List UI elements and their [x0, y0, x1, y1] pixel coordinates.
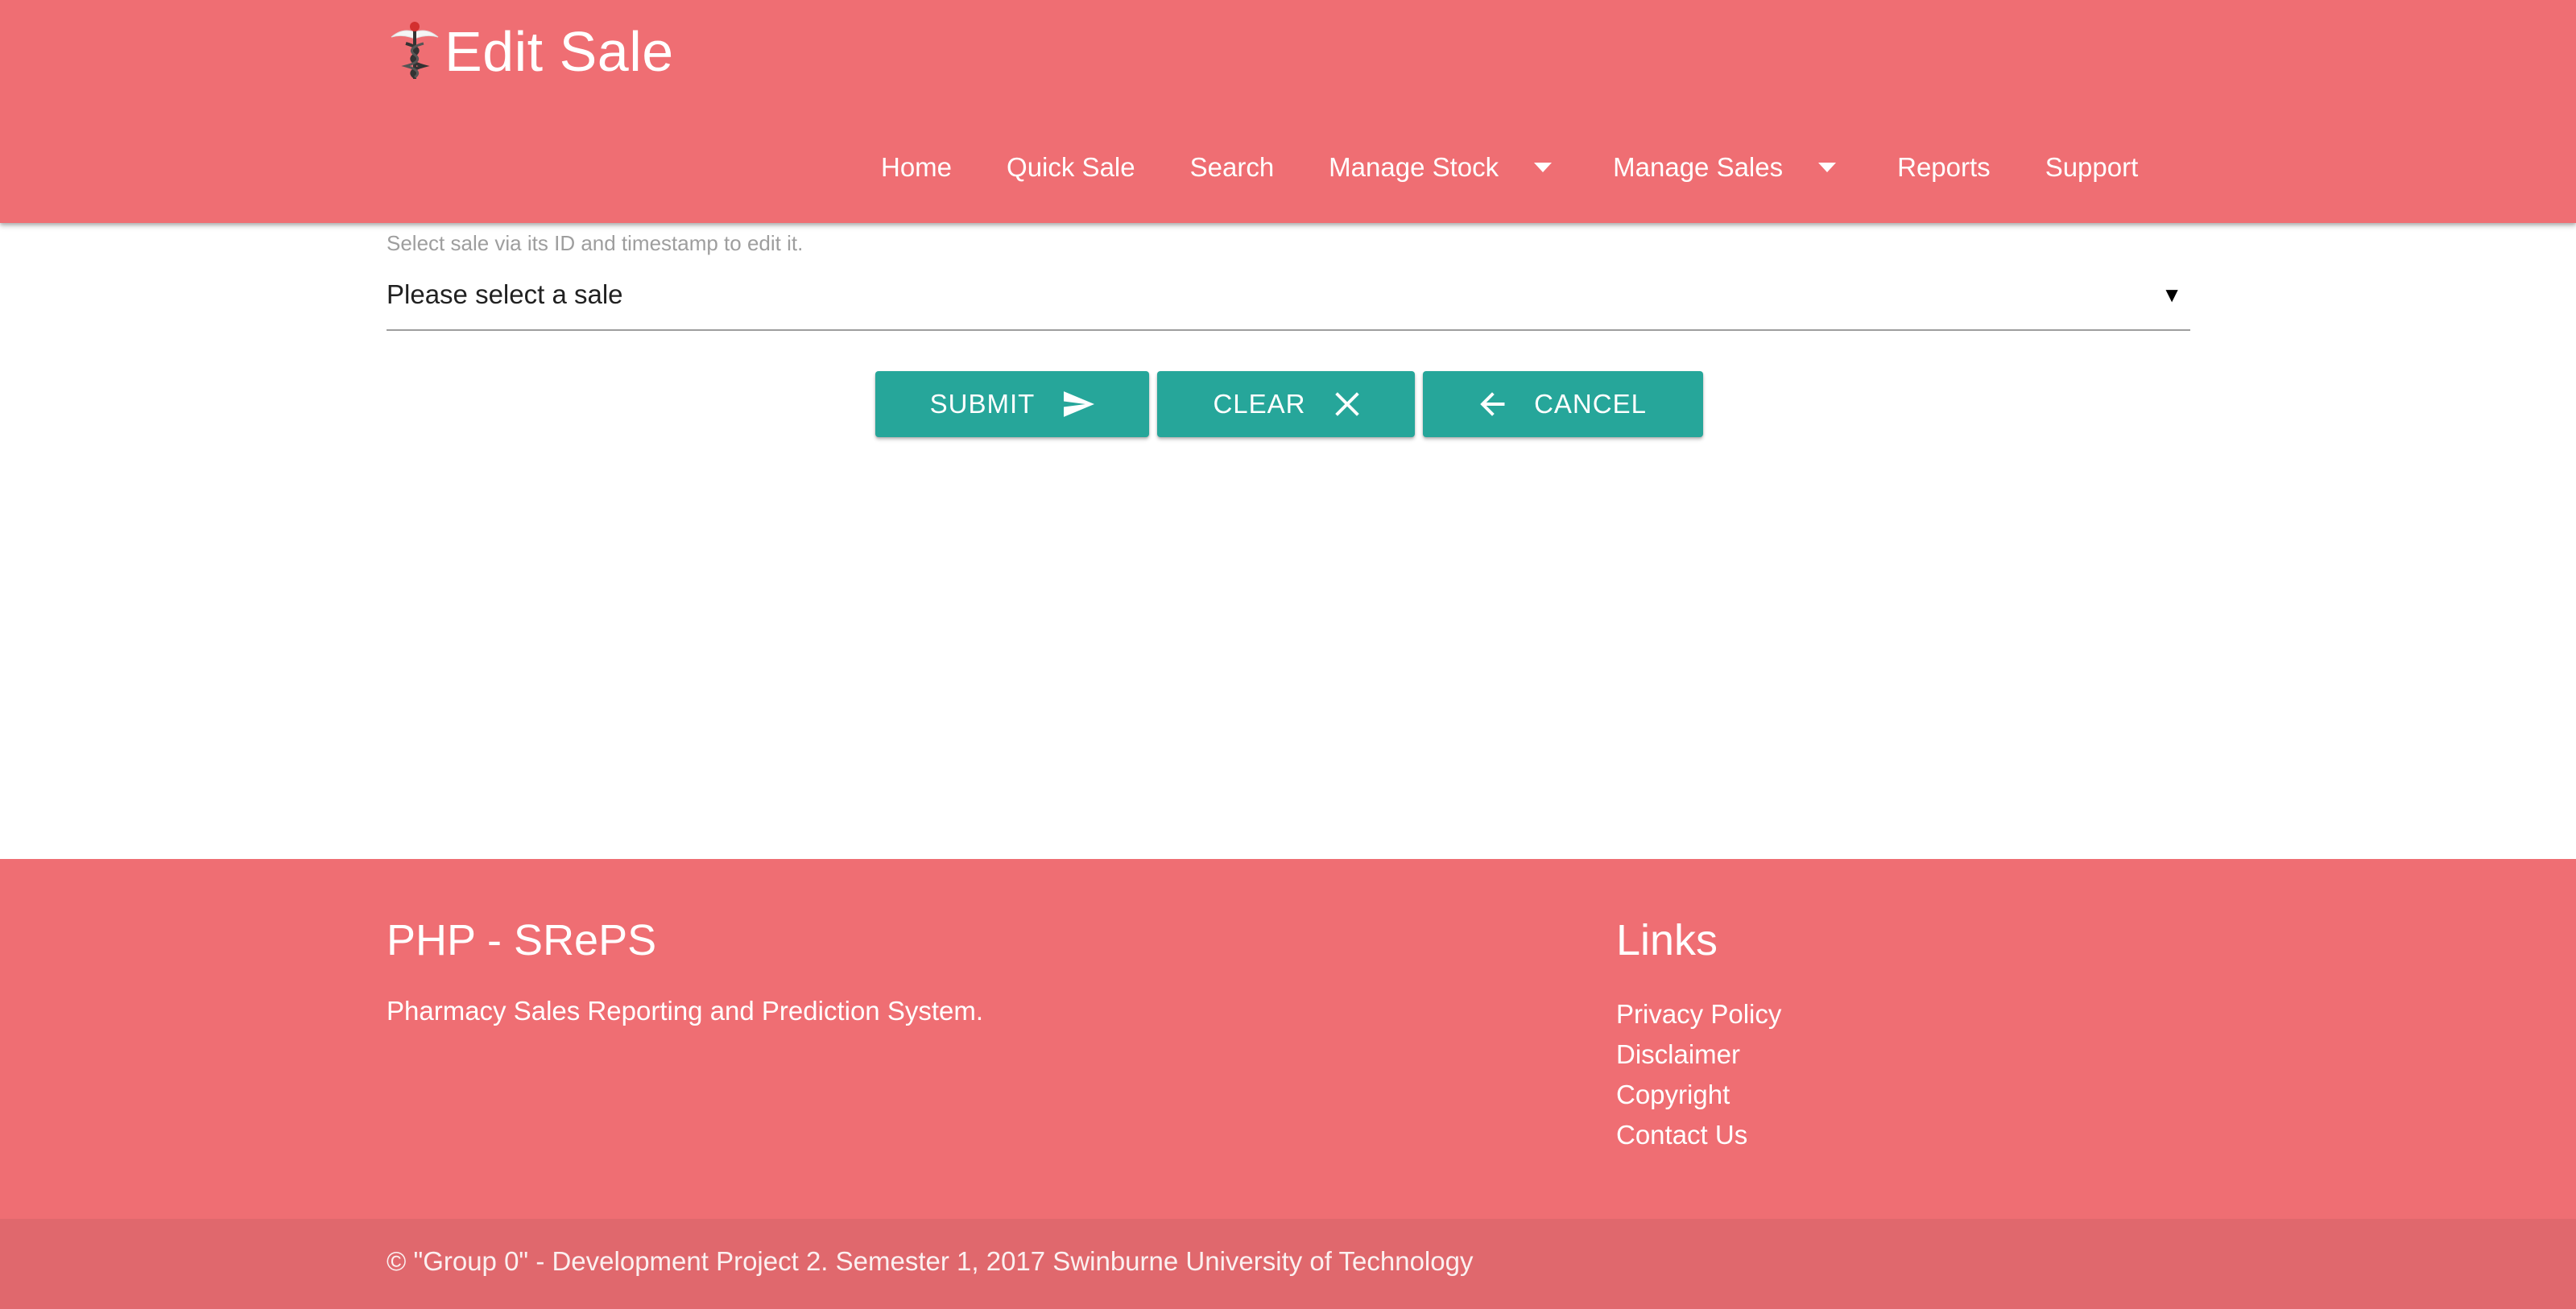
caret-down-icon	[1534, 163, 1553, 172]
footer-links: Privacy Policy Disclaimer Copyright Cont…	[1616, 994, 1781, 1155]
nav-item-search[interactable]: Search	[1163, 137, 1302, 198]
footer-title: PHP - SRePS	[387, 916, 657, 964]
nav-item-manage-stock[interactable]: Manage Stock	[1301, 137, 1586, 198]
footer-link-contact-us[interactable]: Contact Us	[1616, 1115, 1781, 1155]
nav-item-label: Reports	[1897, 152, 1991, 182]
footer-link-disclaimer[interactable]: Disclaimer	[1616, 1034, 1781, 1075]
nav-item-label: Support	[2045, 152, 2139, 182]
nav-item-manage-sales[interactable]: Manage Sales	[1586, 137, 1870, 198]
footer-link-privacy-policy[interactable]: Privacy Policy	[1616, 994, 1781, 1034]
caduceus-icon	[391, 22, 439, 79]
caret-down-icon	[1818, 163, 1837, 172]
submit-button-label: SUBMIT	[929, 389, 1036, 419]
brand[interactable]: Edit Sale	[387, 11, 674, 92]
footer-link-copyright[interactable]: Copyright	[1616, 1075, 1781, 1115]
form-actions: SUBMIT CLEAR CANCEL	[875, 371, 1703, 437]
close-icon	[1334, 392, 1359, 416]
copyright-bar: © "Group 0" - Development Project 2. Sem…	[0, 1219, 2576, 1309]
main-nav: Home Quick Sale Search Manage Stock Mana…	[854, 137, 2165, 198]
submit-button[interactable]: SUBMIT	[875, 371, 1149, 437]
nav-item-label: Home	[881, 152, 953, 182]
arrow-back-icon	[1480, 392, 1505, 416]
sale-select-helper-text: Select sale via its ID and timestamp to …	[387, 231, 804, 255]
nav-item-reports[interactable]: Reports	[1870, 137, 2018, 198]
nav-item-label: Manage Sales	[1613, 152, 1784, 182]
clear-button[interactable]: CLEAR	[1157, 371, 1415, 437]
sale-select-value: Please select a sale	[387, 279, 623, 309]
cancel-button-label: CANCEL	[1534, 389, 1647, 419]
page-title: Edit Sale	[444, 20, 674, 83]
site-footer: PHP - SRePS Pharmacy Sales Reporting and…	[0, 859, 2576, 1309]
send-icon	[1064, 391, 1095, 417]
clear-button-label: CLEAR	[1213, 389, 1306, 419]
copyright-text: © "Group 0" - Development Project 2. Sem…	[387, 1246, 1474, 1276]
nav-item-label: Manage Stock	[1329, 152, 1499, 182]
sale-select[interactable]: Please select a sale ▼	[387, 271, 2190, 331]
site-header: Edit Sale Home Quick Sale Search Manage …	[0, 0, 2576, 223]
nav-item-home[interactable]: Home	[854, 137, 979, 198]
nav-item-label: Search	[1189, 152, 1275, 182]
nav-item-label: Quick Sale	[1007, 152, 1135, 182]
footer-links-title: Links	[1616, 916, 1718, 964]
nav-item-support[interactable]: Support	[2018, 137, 2166, 198]
footer-description: Pharmacy Sales Reporting and Prediction …	[387, 996, 984, 1026]
cancel-button[interactable]: CANCEL	[1423, 371, 1703, 437]
nav-item-quick-sale[interactable]: Quick Sale	[979, 137, 1163, 198]
dropdown-arrow-icon: ▼	[2161, 283, 2182, 307]
